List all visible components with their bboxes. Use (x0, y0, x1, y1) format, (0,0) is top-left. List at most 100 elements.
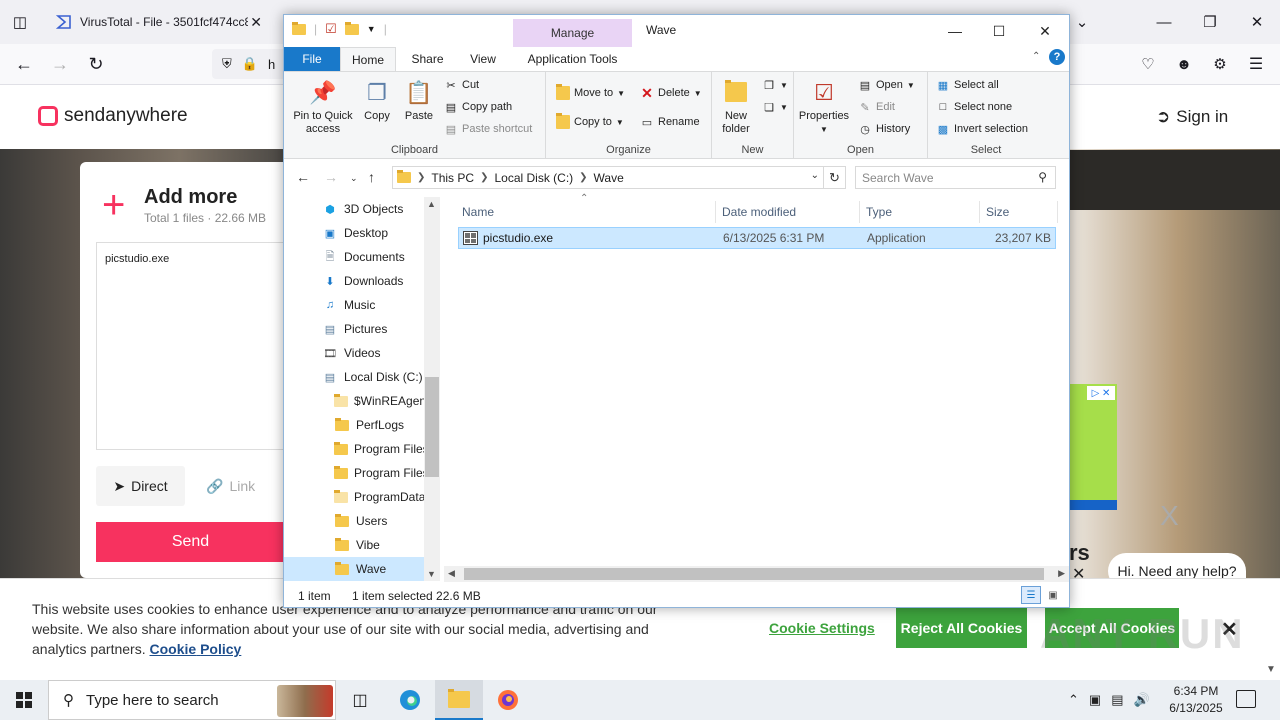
new-folder-icon[interactable] (344, 21, 359, 35)
nav-scroll-thumb[interactable] (425, 377, 439, 477)
back-icon[interactable]: ← (10, 50, 38, 78)
edit-button[interactable]: ✎ Edit (858, 100, 895, 114)
add-more-plus-icon[interactable]: + (102, 185, 125, 225)
easy-access-button[interactable]: ❏ ▼ (762, 100, 788, 114)
task-view-icon[interactable]: ◫ (336, 680, 384, 720)
refresh-icon[interactable]: ↻ (824, 166, 846, 189)
explorer-close-icon[interactable]: ✕ (1022, 19, 1068, 43)
address-bar[interactable]: ❯ This PC ❯ Local Disk (C:) ❯ Wave ⌄ (392, 166, 824, 189)
column-header-date-modified[interactable]: Date modified (718, 201, 860, 223)
account-icon[interactable]: ☻ (1170, 50, 1198, 78)
nav-item-vibe[interactable]: Vibe (284, 533, 424, 557)
nav-item-perflogs[interactable]: PerfLogs (284, 413, 424, 437)
notification-icon[interactable] (1236, 690, 1256, 708)
restore-icon[interactable]: ❐ (1196, 8, 1224, 36)
volume-icon[interactable]: 🔊 (1134, 692, 1150, 708)
h-scroll-thumb[interactable] (464, 568, 1044, 580)
ad-close-icon[interactable]: X (1160, 500, 1179, 532)
forward-icon[interactable]: → (46, 50, 74, 78)
link-mode-button[interactable]: 🔗 Link (206, 466, 255, 506)
sign-in-button[interactable]: ➲ Sign in (1156, 107, 1228, 127)
new-folder-button[interactable]: New folder (718, 76, 754, 136)
edge-icon[interactable] (386, 680, 434, 720)
breadcrumb-this-pc[interactable]: This PC (431, 171, 474, 185)
nav-item-local-disk[interactable]: ▤ Local Disk (C:) (284, 365, 424, 389)
column-header-type[interactable]: Type (862, 201, 980, 223)
reject-cookies-button[interactable]: Reject All Cookies (896, 608, 1027, 648)
tab-list-icon[interactable]: ◫ (6, 8, 34, 36)
rename-button[interactable]: ▭ Rename (640, 115, 700, 129)
cookie-policy-link[interactable]: Cookie Policy (150, 641, 242, 657)
details-view-icon[interactable]: ☰ (1021, 586, 1041, 604)
pocket-icon[interactable]: ♡ (1134, 50, 1162, 78)
scroll-right-icon[interactable]: ▶ (1058, 568, 1065, 579)
copy-path-button[interactable]: ▤ Copy path (444, 100, 512, 114)
up-folder-icon[interactable]: ↑ (368, 169, 375, 185)
scroll-up-icon[interactable]: ▲ (427, 199, 436, 209)
address-dropdown-icon[interactable]: ⌄ (811, 170, 819, 181)
column-header-name[interactable]: Name (458, 201, 716, 223)
explorer-forward-icon[interactable]: → (324, 169, 338, 185)
breadcrumb-local-disk[interactable]: Local Disk (C:) (494, 171, 573, 185)
close-window-icon[interactable]: ✕ (1243, 8, 1271, 36)
nav-item-programdata[interactable]: ProgramData (284, 485, 425, 509)
ad-banner[interactable]: ▷ ✕ (1069, 384, 1117, 510)
list-all-tabs-icon[interactable]: ⌄ (1068, 8, 1096, 36)
explorer-maximize-icon[interactable]: ☐ (976, 19, 1022, 43)
file-explorer-taskbar-icon[interactable] (435, 680, 483, 720)
nav-pane-scrollbar[interactable]: ▲ ▼ (424, 197, 440, 581)
file-pane-horizontal-scrollbar[interactable]: ◀ ▶ (444, 566, 1069, 582)
taskbar-clock[interactable]: 6:34 PM 6/13/2025 (1166, 683, 1226, 717)
properties-button[interactable]: ☑ Properties ▼ (798, 76, 850, 136)
nav-item-videos[interactable]: 🎞 Videos (284, 341, 424, 365)
menu-icon[interactable]: ☰ (1242, 50, 1270, 78)
nav-item-users[interactable]: Users (284, 509, 424, 533)
copy-button[interactable]: ❐ Copy (360, 76, 394, 123)
direct-mode-button[interactable]: ➤ Direct (96, 466, 185, 506)
new-item-button[interactable]: ❐ ▼ (762, 78, 788, 92)
select-all-button[interactable]: ▦ Select all (936, 78, 999, 92)
nav-item-downloads[interactable]: ⬇ Downloads (284, 269, 424, 293)
cut-button[interactable]: ✂ Cut (444, 78, 479, 92)
start-button[interactable] (0, 680, 48, 720)
nav-item-music[interactable]: ♫ Music (284, 293, 424, 317)
select-none-button[interactable]: □ Select none (936, 100, 1012, 114)
explorer-minimize-icon[interactable]: — (932, 19, 978, 43)
nav-item-documents[interactable]: 🗎 Documents (284, 245, 424, 269)
scroll-left-icon[interactable]: ◀ (448, 568, 455, 579)
manage-contextual-tab[interactable]: Manage (513, 19, 632, 47)
firefox-icon[interactable] (484, 680, 532, 720)
file-row-picstudio[interactable]: picstudio.exe 6/13/2025 6:31 PM Applicat… (458, 227, 1056, 249)
collapse-ribbon-icon[interactable]: ⌃ (1032, 51, 1040, 62)
page-scroll-down-icon[interactable]: ▼ (1266, 664, 1276, 675)
sendanywhere-logo[interactable]: sendanywhere (38, 105, 188, 127)
cookie-settings-link[interactable]: Cookie Settings (769, 620, 875, 636)
invert-selection-button[interactable]: ▩ Invert selection (936, 122, 1028, 136)
reload-icon[interactable]: ↻ (82, 50, 110, 78)
tab-file[interactable]: File (284, 47, 340, 71)
nav-item-wave[interactable]: Wave (284, 557, 424, 581)
search-input[interactable]: Search Wave ⚲ (855, 166, 1056, 189)
move-to-button[interactable]: Move to ▼ (556, 84, 625, 100)
nav-item-program-files[interactable]: Program Files (284, 437, 429, 461)
scroll-down-icon[interactable]: ▼ (427, 569, 436, 579)
paste-button[interactable]: 📋 Paste (402, 76, 436, 123)
nav-item-3d-objects[interactable]: ⬢ 3D Objects (284, 197, 424, 221)
nav-item-program-files-x86[interactable]: Program Files (x86) (284, 461, 440, 485)
network-icon[interactable]: ▤ (1111, 692, 1123, 708)
pin-to-quick-access-button[interactable]: 📌 Pin to Quick access (288, 76, 358, 136)
add-more-title[interactable]: Add more (144, 186, 237, 209)
send-button[interactable]: Send (96, 522, 285, 562)
tab-view[interactable]: View (455, 47, 511, 71)
copy-to-button[interactable]: Copy to ▼ (556, 113, 624, 129)
tab-virustotal[interactable]: VirusTotal - File - 3501fcf474cc8 ✕ (44, 4, 272, 40)
open-button[interactable]: ▤ Open ▼ (858, 78, 915, 92)
delete-button[interactable]: ✕ Delete ▼ (640, 85, 702, 101)
minimize-icon[interactable]: — (1150, 8, 1178, 36)
paste-shortcut-button[interactable]: ▤ Paste shortcut (444, 122, 533, 136)
nav-item-pictures[interactable]: ▤ Pictures (284, 317, 424, 341)
nav-item-winreagent[interactable]: $WinREAgent (284, 389, 429, 413)
lock-icon[interactable]: 🔒 (242, 56, 258, 72)
show-hidden-icons-icon[interactable]: ⌃ (1068, 692, 1079, 708)
extensions-icon[interactable]: ⚙ (1206, 50, 1234, 78)
